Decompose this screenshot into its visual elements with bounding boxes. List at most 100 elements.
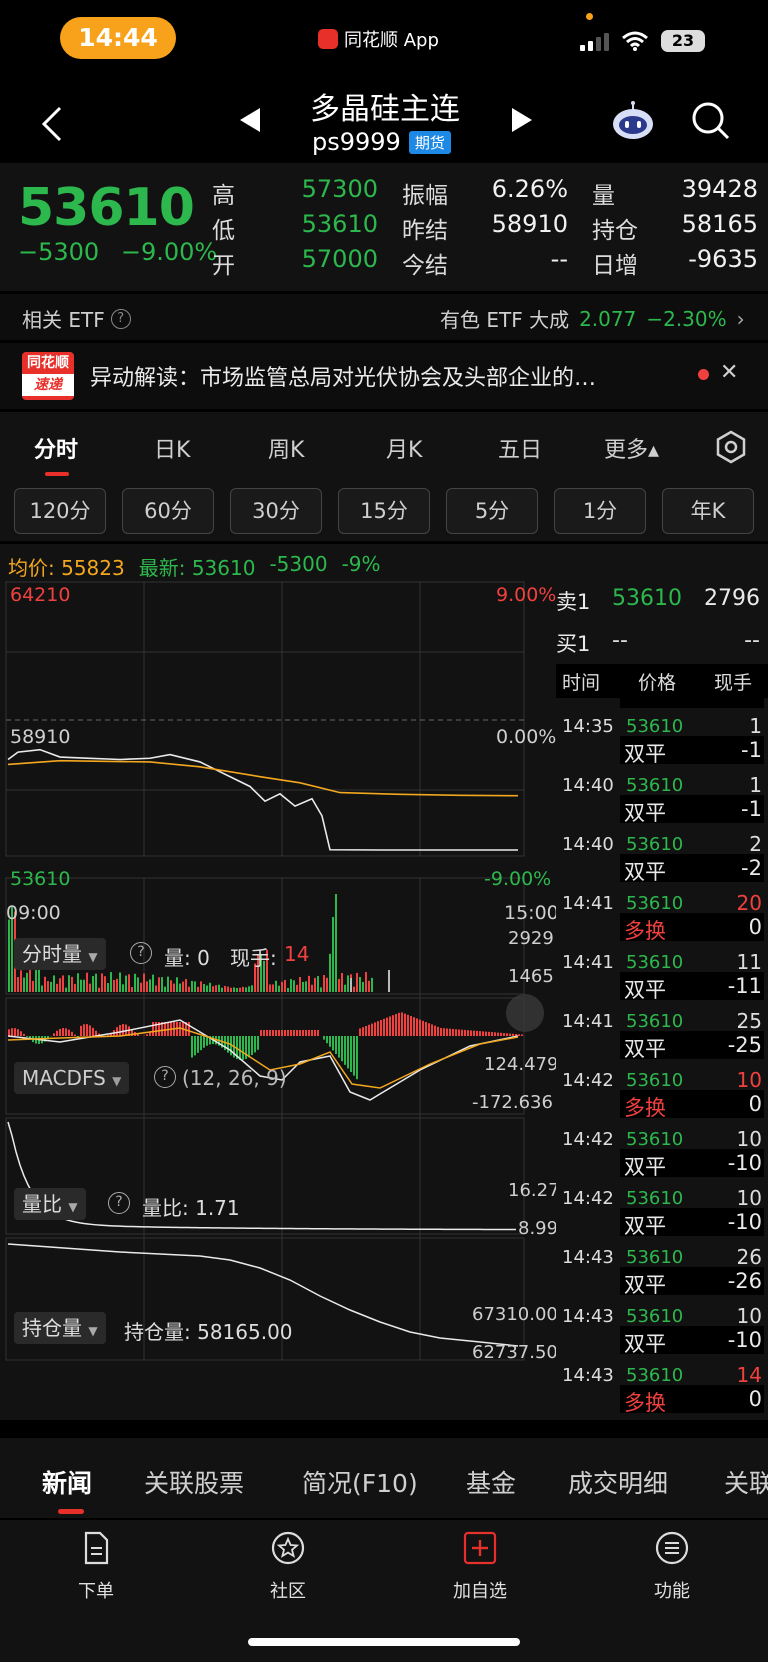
macd-indicator-select[interactable]: MACDFS ▼ [14,1062,130,1094]
tab-five-day[interactable]: 五日 [498,432,542,464]
chart-settings-icon[interactable] [714,430,748,464]
macd-help-icon[interactable]: ? [154,1066,176,1088]
macd-bar [464,1029,466,1036]
volume-value: 39428 [681,175,758,203]
macd-bar [350,1036,352,1072]
close-icon[interactable]: ✕ [720,360,738,385]
macd-bar [17,1029,19,1036]
ai-assistant-icon[interactable] [610,100,656,142]
tick-price: 53610 [626,1306,684,1327]
community-star-icon [271,1531,305,1565]
help-icon[interactable]: ? [110,308,131,329]
signal-icon [580,31,609,51]
nav-add-watchlist-label: 加自选 [453,1581,507,1602]
volume-ratio-value: 量比: 1.71 [142,1196,240,1220]
macd-bar [122,1024,124,1036]
tick-row[interactable]: 14:43 53610 10 双平 -10 [556,1298,768,1357]
volume-ratio-help-icon[interactable]: ? [108,1192,130,1214]
tick-price: 53610 [626,1188,684,1209]
intraday-chart[interactable] [0,580,556,1420]
volume-bar [323,975,325,992]
macd-bar [416,1018,418,1036]
tick-price: 53610 [626,1011,684,1032]
chart-collapse-handle[interactable] [506,994,544,1032]
period-year-button[interactable]: 年K [662,488,754,534]
tab-daily-k[interactable]: 日K [154,432,190,464]
tick-row[interactable]: 14:40 53610 2 双平 -2 [556,826,768,885]
macd-bar [410,1016,412,1036]
tab-f10[interactable]: 简况(F10) [302,1464,418,1500]
volume-bar [194,981,196,992]
home-indicator[interactable] [248,1638,520,1646]
tick-row[interactable]: 14:43 53610 26 双平 -26 [556,1239,768,1298]
tab-more[interactable]: 更多▴ [604,432,659,464]
tick-row[interactable]: 14:42 53610 10 多换 0 [556,1062,768,1121]
macd-bar [119,1025,121,1036]
tab-related-more[interactable]: 关联 [724,1464,768,1500]
tick-row[interactable]: 14:41 53610 25 双平 -25 [556,1003,768,1062]
tick-row[interactable]: 14:42 53610 10 双平 -10 [556,1121,768,1180]
search-icon[interactable] [690,100,732,142]
open-interest-select[interactable]: 持仓量 ▼ [14,1312,106,1344]
macd-bar [452,1028,454,1036]
volume-bar [188,986,190,992]
tab-trade-details[interactable]: 成交明细 [568,1464,668,1500]
macd-bar [482,1031,484,1036]
volume-bar [32,980,34,992]
tick-row[interactable]: 14:35 53610 1 双平 -1 [556,708,768,767]
tick-row[interactable]: 14:41 53610 20 多换 0 [556,885,768,944]
news-badge-top: 同花顺 [27,355,69,371]
period-1-button[interactable]: 1分 [554,488,646,534]
tick-row[interactable]: 14:42 53610 10 双平 -10 [556,1180,768,1239]
volume-bar [23,977,25,992]
nav-functions[interactable]: 功能 [632,1530,712,1603]
period-5-button[interactable]: 5分 [446,488,538,534]
volume-indicator-select[interactable]: 分时量 ▼ [14,938,106,970]
status-time[interactable]: 14:44 [60,17,176,59]
volume-bar [41,985,43,992]
period-60-button[interactable]: 60分 [122,488,214,534]
volume-axis-max: 2929 [508,928,554,949]
macd-bar [197,1036,199,1053]
tick-time: 14:40 [562,834,614,855]
news-headline[interactable]: 异动解读：市场监管总局对光伏协会及头部企业的… [90,360,684,392]
macd-bar [359,1028,361,1036]
nav-order[interactable]: 下单 [56,1530,136,1603]
volume-bar [101,973,103,992]
volume-help-icon[interactable]: ? [130,942,152,964]
tab-intraday[interactable]: 分时 [34,432,78,464]
tab-fund[interactable]: 基金 [466,1464,516,1500]
etf-quote[interactable]: 有色 ETF 大成 2.077 −2.30% › [440,304,745,333]
tab-related-stocks[interactable]: 关联股票 [144,1464,244,1500]
tick-row[interactable]: 14:40 53610 1 双平 -1 [556,767,768,826]
volume-bar [335,894,337,992]
tab-news[interactable]: 新闻 [42,1464,92,1500]
period-15-button[interactable]: 15分 [338,488,430,534]
period-30-button[interactable]: 30分 [230,488,322,534]
tab-monthly-k[interactable]: 月K [386,432,422,464]
tick-time: 14:41 [562,1011,614,1032]
volume-ratio-select[interactable]: 量比 ▼ [14,1188,86,1220]
tick-volume: 25 [736,1009,762,1033]
period-120-button[interactable]: 120分 [14,488,106,534]
macd-bar [356,1036,358,1080]
macd-bar [305,1030,307,1036]
app-origin-label[interactable]: 同花顺 App [318,26,439,52]
back-button[interactable] [38,104,68,144]
macd-bar [8,1029,10,1036]
volume-bar [131,987,133,992]
tab-weekly-k[interactable]: 周K [268,432,304,464]
tick-volume: 1 [749,714,762,738]
volume-bar [8,919,10,992]
tick-row[interactable]: 14:41 53610 11 双平 -11 [556,944,768,1003]
volume-bar [206,985,208,992]
prev-instrument-button[interactable] [240,108,260,132]
next-instrument-button[interactable] [512,108,532,132]
tick-row[interactable]: 14:43 53610 14 多换 0 [556,1357,768,1416]
nav-community[interactable]: 社区 [248,1530,328,1603]
volume-axis-mid: 1465 [508,966,554,987]
tick-time: 14:40 [562,775,614,796]
tick-type: 多换 [624,1096,666,1120]
nav-add-watchlist[interactable]: 加自选 [440,1530,520,1603]
prev-settle-label: 昨结 [402,218,448,244]
